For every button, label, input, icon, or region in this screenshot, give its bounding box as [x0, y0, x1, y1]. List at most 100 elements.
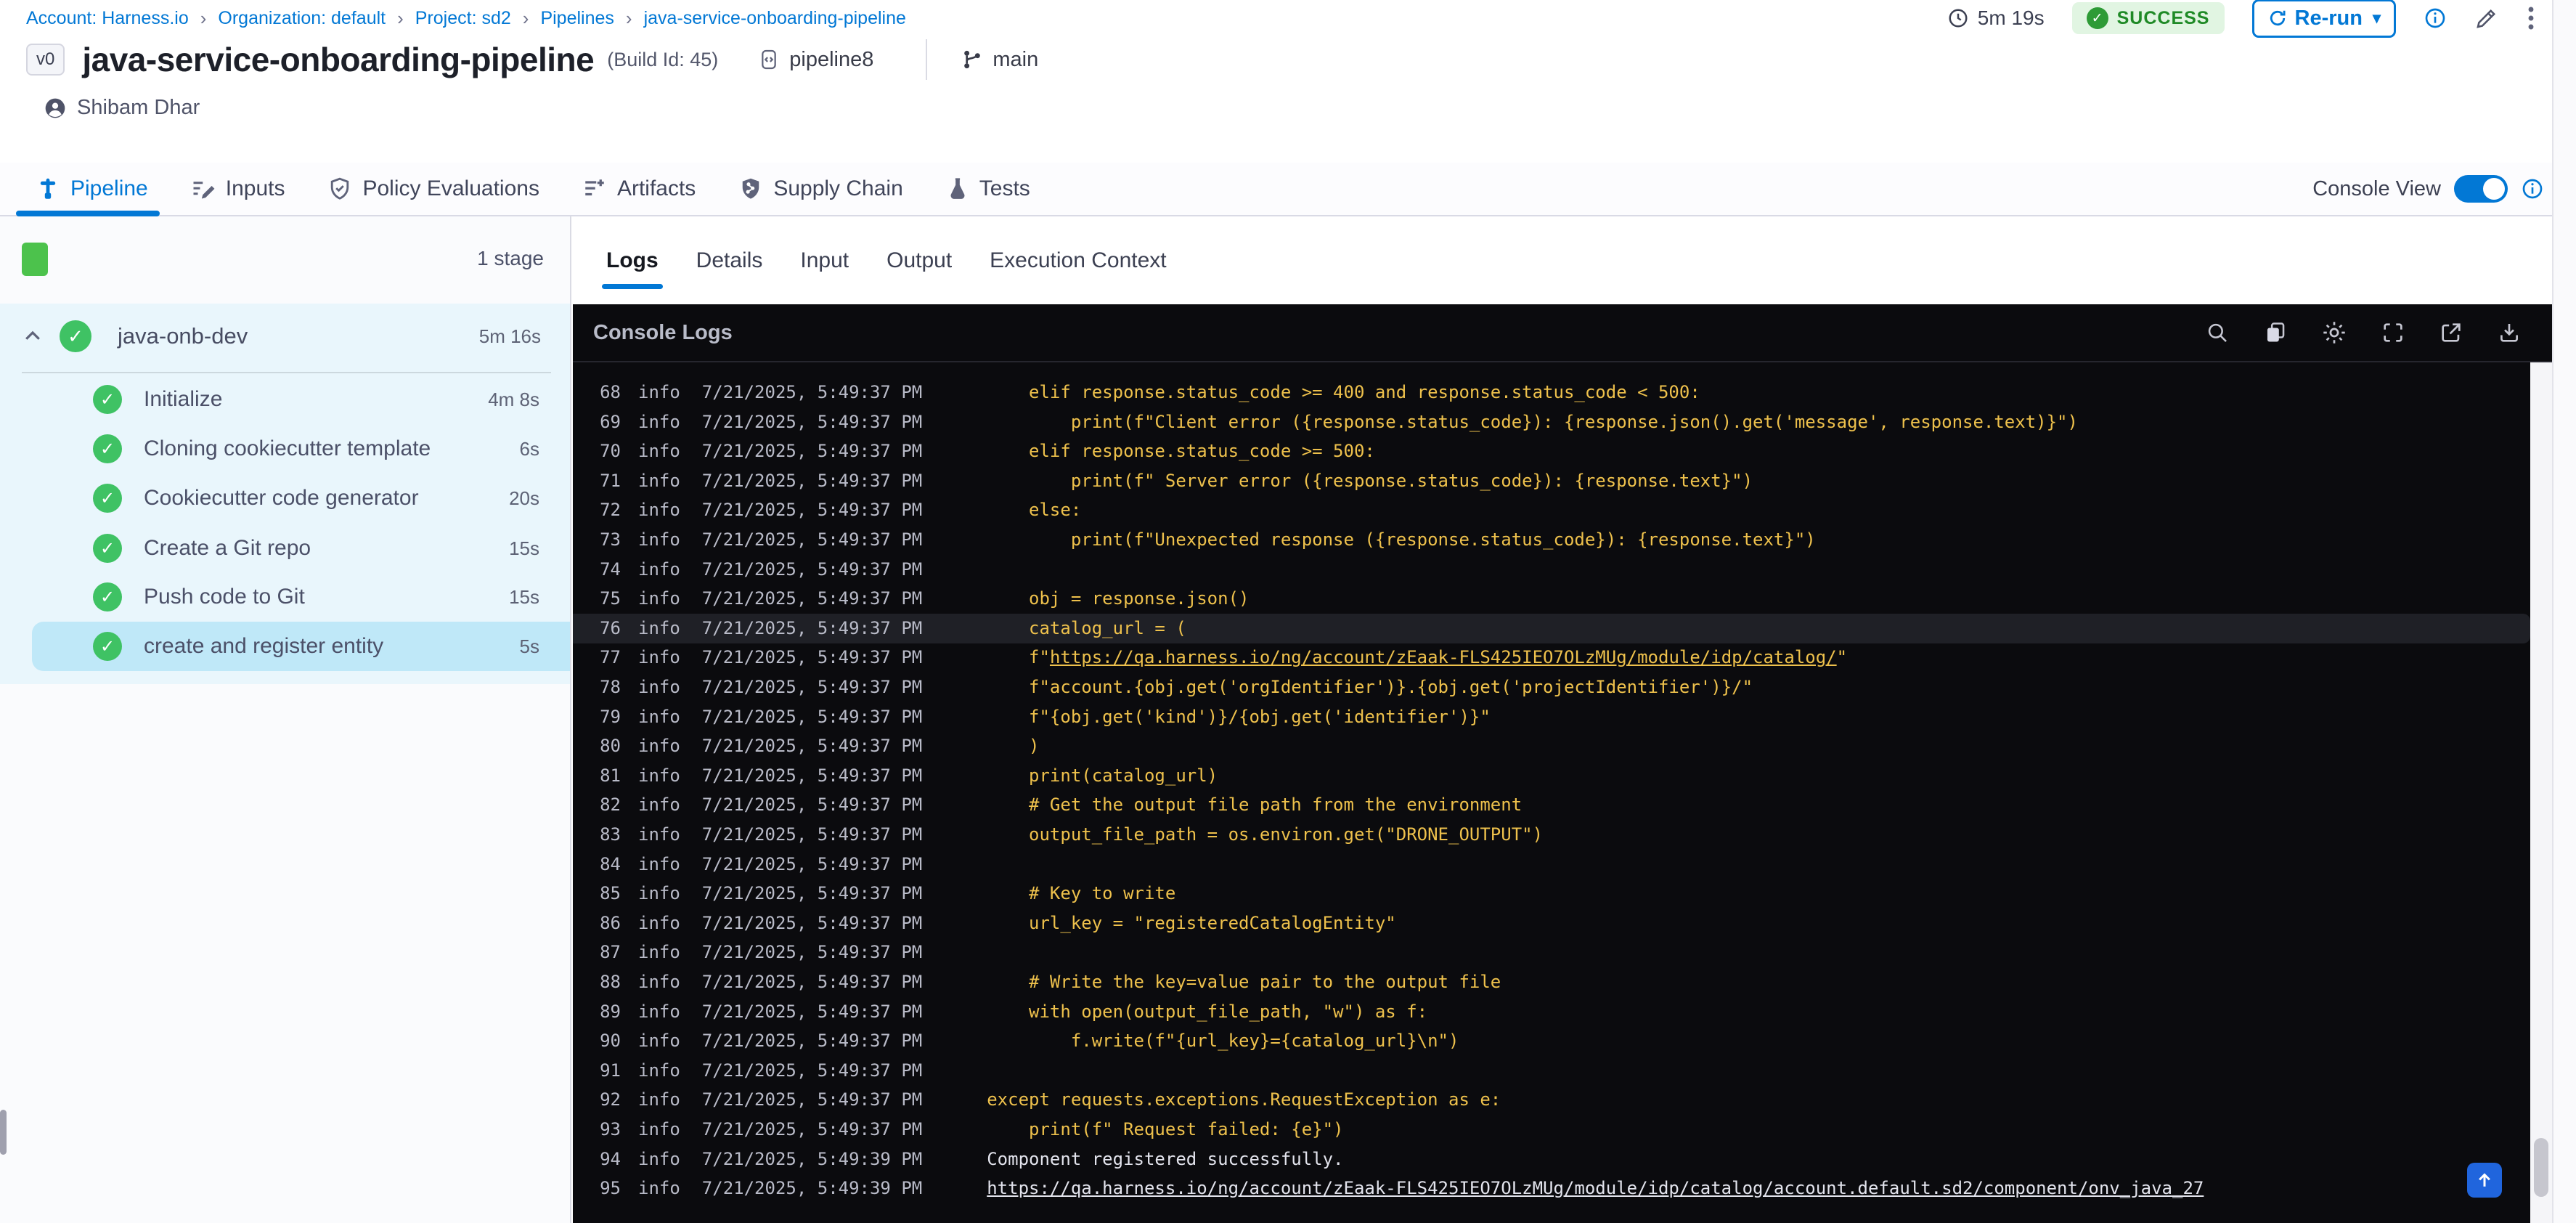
breadcrumb-link[interactable]: Organization: default — [218, 8, 386, 29]
log-line-number: 70 — [600, 441, 621, 462]
log-line-number: 92 — [600, 1089, 621, 1110]
log-row-72: 72 info 7/21/2025, 5:49:37 PM else: — [573, 495, 2530, 525]
log-row-89: 89 info 7/21/2025, 5:49:37 PM with open(ou… — [573, 997, 2530, 1027]
log-line-number: 80 — [600, 736, 621, 757]
console-header: Console Logs — [573, 304, 2552, 362]
log-level: info — [638, 382, 680, 402]
edit-pipeline-icon[interactable] — [2474, 6, 2499, 31]
log-row-91: 91 info 7/21/2025, 5:49:37 PM — [573, 1056, 2530, 1086]
stage-status-square — [22, 243, 48, 276]
user-row: Shibam Dhar — [44, 96, 200, 120]
collapse-chevron-icon[interactable] — [22, 325, 44, 347]
search-icon[interactable] — [2205, 320, 2230, 345]
breadcrumb-separator: › — [625, 7, 632, 29]
console-view-toggle[interactable] — [2454, 175, 2508, 203]
rerun-info-icon[interactable] — [2424, 7, 2447, 30]
log-timestamp: 7/21/2025, 5:49:37 PM — [701, 382, 923, 402]
arrow-up-icon — [2479, 1173, 2490, 1187]
log-timestamp: 7/21/2025, 5:49:37 PM — [701, 795, 923, 816]
step-row[interactable]: ✓ Cookiecutter code generator 20s — [0, 474, 570, 523]
panel-tab-bar: Logs Details Input Output Execution Cont… — [573, 216, 2576, 304]
log-timestamp: 7/21/2025, 5:49:37 PM — [701, 647, 923, 668]
tab-artifacts[interactable]: Artifacts — [582, 163, 696, 215]
log-line-number: 83 — [600, 824, 621, 845]
copy-icon[interactable] — [2263, 320, 2288, 345]
tab-details[interactable]: Details — [696, 248, 763, 273]
step-name: Push code to Git — [144, 585, 305, 609]
open-in-new-icon[interactable] — [2439, 320, 2463, 345]
log-row-87: 87 info 7/21/2025, 5:49:37 PM — [573, 938, 2530, 967]
log-row-80: 80 info 7/21/2025, 5:49:37 PM ) — [573, 731, 2530, 761]
download-icon[interactable] — [2497, 320, 2522, 345]
scroll-to-top-button[interactable] — [2467, 1163, 2502, 1198]
log-scrollbar-track[interactable] — [2530, 362, 2552, 1223]
breadcrumb-link[interactable]: Project: sd2 — [415, 8, 511, 29]
log-level: info — [638, 883, 680, 904]
stage-block: ✓ java-onb-dev 5m 16s ✓ Initialize 4m 8s ✓ C… — [0, 304, 570, 684]
rerun-button[interactable]: Re-run ▾ — [2251, 0, 2396, 38]
log-timestamp: 7/21/2025, 5:49:37 PM — [701, 677, 923, 697]
step-row[interactable]: ✓ Cloning cookiecutter template 6s — [0, 424, 570, 474]
breadcrumb-separator: › — [397, 7, 404, 29]
log-level: info — [638, 972, 680, 992]
log-line-number: 82 — [600, 795, 621, 816]
log-timestamp: 7/21/2025, 5:49:37 PM — [701, 1031, 923, 1052]
log-level: info — [638, 1060, 680, 1081]
tab-logs[interactable]: Logs — [602, 248, 663, 289]
title-row: v0 java-service-onboarding-pipeline (Bui… — [26, 39, 1038, 80]
log-line-number: 88 — [600, 972, 621, 992]
log-link[interactable]: https://qa.harness.io/ng/account/zEaak-F… — [1050, 647, 1837, 667]
tab-supply-chain[interactable]: Supply Chain — [738, 163, 903, 215]
log-row-78: 78 info 7/21/2025, 5:49:37 PM f"account.{o… — [573, 673, 2530, 702]
step-row[interactable]: ✓ Push code to Git 15s — [0, 572, 570, 622]
console-view-info-icon[interactable] — [2521, 177, 2544, 200]
log-level: info — [638, 942, 680, 963]
tab-label: Policy Evaluations — [362, 176, 539, 200]
fullscreen-icon[interactable] — [2381, 320, 2405, 345]
log-code: f.write(f"{url_key}={catalog_url}\n") — [987, 1031, 1459, 1052]
artifacts-icon — [585, 179, 604, 196]
log-code: elif response.status_code >= 400 and res… — [987, 382, 1700, 402]
tab-inputs[interactable]: Inputs — [190, 163, 285, 215]
log-row-79: 79 info 7/21/2025, 5:49:37 PM f"{obj.get('… — [573, 702, 2530, 732]
settings-gear-icon[interactable] — [2321, 320, 2347, 346]
log-level: info — [638, 588, 680, 609]
log-row-74: 74 info 7/21/2025, 5:49:37 PM — [573, 555, 2530, 585]
log-line-number: 84 — [600, 853, 621, 874]
tab-tests[interactable]: Tests — [945, 163, 1030, 215]
log-scrollbar-thumb[interactable] — [2534, 1138, 2548, 1197]
sidebar-scrollbar-thumb[interactable] — [0, 1110, 7, 1155]
log-row-93: 93 info 7/21/2025, 5:49:37 PM print(f" Req… — [573, 1115, 2530, 1145]
log-code: output_file_path = os.environ.get("DRONE… — [987, 824, 1544, 845]
step-row[interactable]: ✓ Create a Git repo 15s — [0, 524, 570, 573]
tab-label: Artifacts — [616, 176, 696, 200]
log-timestamp: 7/21/2025, 5:49:37 PM — [701, 706, 923, 727]
tab-policy-evaluations[interactable]: Policy Evaluations — [327, 163, 539, 215]
log-timestamp: 7/21/2025, 5:49:37 PM — [701, 824, 923, 845]
step-row[interactable]: ✓ create and register entity 5s — [0, 622, 570, 671]
log-link[interactable]: https://qa.harness.io/ng/account/zEaak-F… — [987, 1178, 2204, 1198]
tab-pipeline[interactable]: Pipeline — [16, 163, 160, 216]
tab-output[interactable]: Output — [886, 248, 952, 273]
log-timestamp: 7/21/2025, 5:49:37 PM — [701, 853, 923, 874]
log-line-number: 77 — [600, 647, 621, 668]
step-name: Create a Git repo — [144, 536, 311, 560]
status-label: SUCCESS — [2116, 7, 2210, 28]
step-name: Cookiecutter code generator — [144, 486, 419, 510]
breadcrumb-link[interactable]: Account: Harness.io — [26, 8, 189, 29]
log-line-number: 75 — [600, 588, 621, 609]
tab-execution-context[interactable]: Execution Context — [990, 248, 1166, 273]
log-line-number: 71 — [600, 470, 621, 491]
tab-input[interactable]: Input — [800, 248, 849, 273]
more-options-icon[interactable] — [2527, 5, 2535, 31]
log-row-84: 84 info 7/21/2025, 5:49:37 PM — [573, 850, 2530, 879]
breadcrumb-link[interactable]: java-service-onboarding-pipeline — [644, 8, 906, 29]
page-scrollbar-track[interactable] — [2552, 0, 2576, 1223]
log-level: info — [638, 441, 680, 462]
breadcrumb-link[interactable]: Pipelines — [540, 8, 614, 29]
log-timestamp: 7/21/2025, 5:49:39 PM — [701, 1148, 923, 1169]
log-row-95: 95 info 7/21/2025, 5:49:39 PM https://qa.ha… — [573, 1174, 2530, 1203]
step-row[interactable]: ✓ Initialize 4m 8s — [0, 375, 570, 424]
log-level: info — [638, 853, 680, 874]
stage-row[interactable]: ✓ java-onb-dev 5m 16s — [0, 311, 570, 362]
